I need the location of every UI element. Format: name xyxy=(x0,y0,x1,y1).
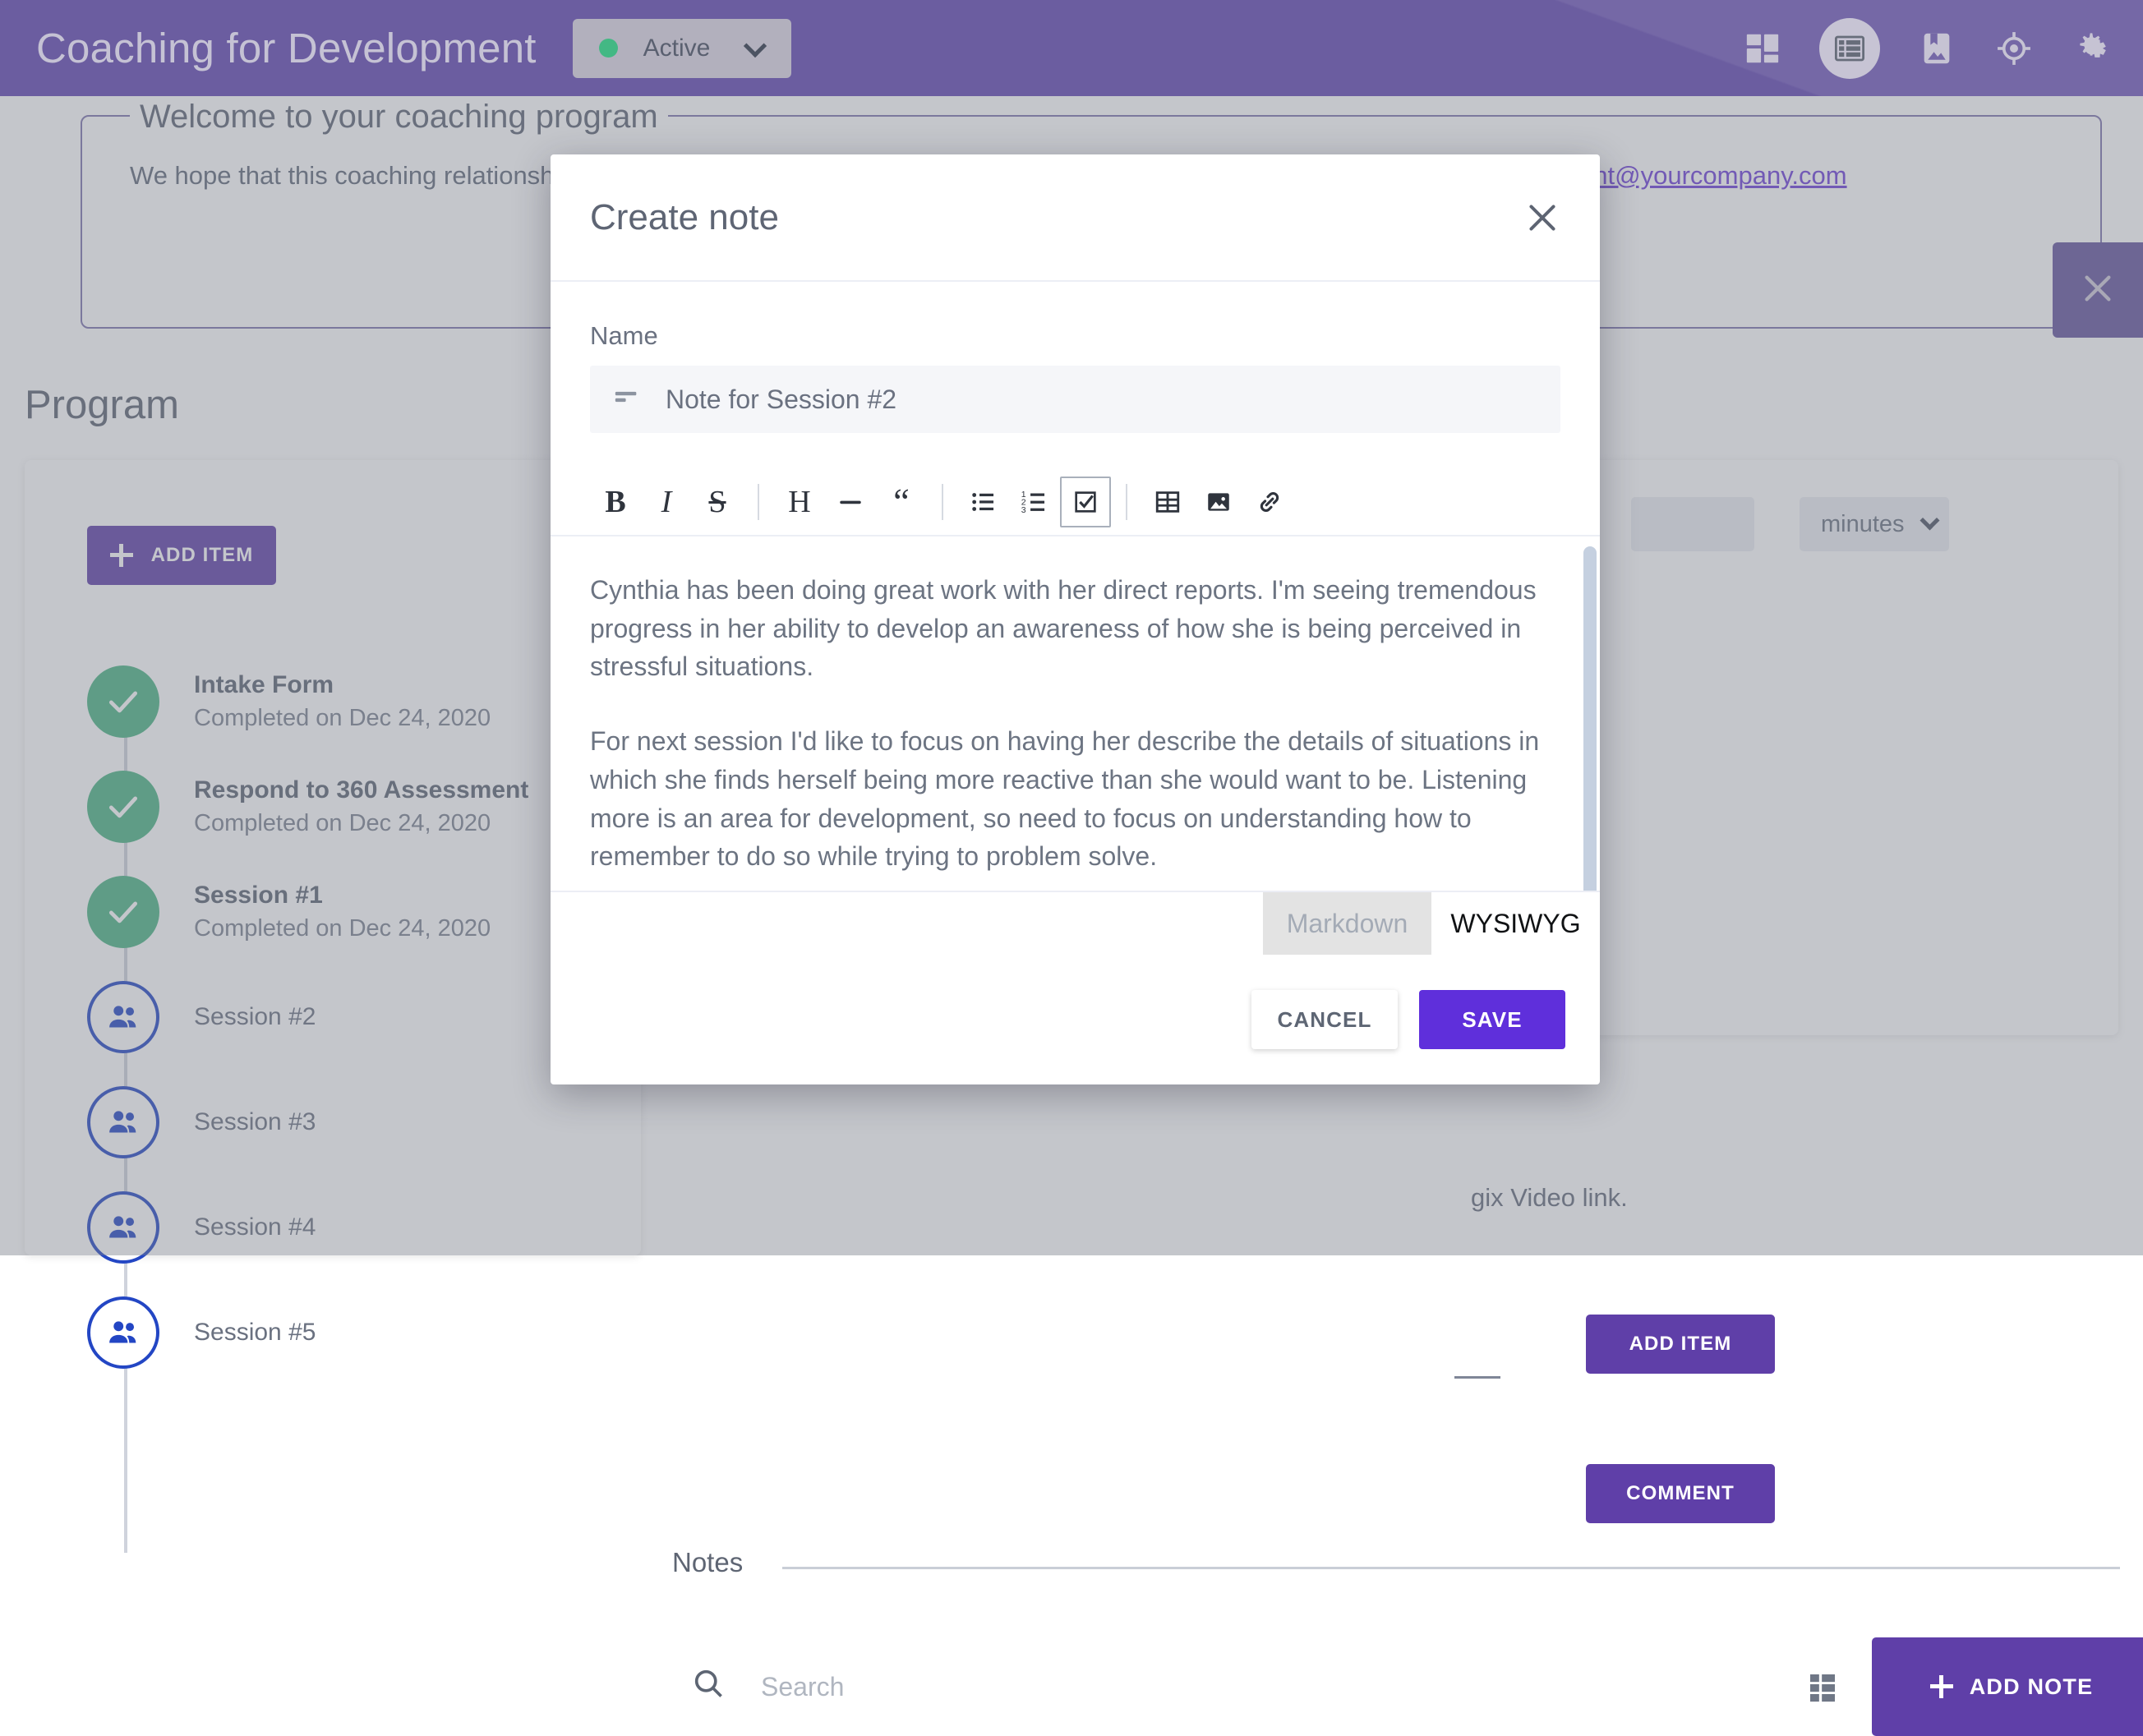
image-icon[interactable] xyxy=(1193,477,1244,527)
strikethrough-icon[interactable]: S xyxy=(692,477,743,527)
horizontal-rule-icon[interactable] xyxy=(825,477,876,527)
comment-button[interactable]: COMMENT xyxy=(1586,1464,1775,1523)
dashboard-grid-icon[interactable] xyxy=(1742,28,1783,69)
plus-icon xyxy=(1930,1675,1953,1698)
toolbar-divider xyxy=(942,484,943,520)
modal-title: Create note xyxy=(590,197,779,238)
modal-header: Create note xyxy=(551,154,1600,282)
italic-icon[interactable]: I xyxy=(641,477,692,527)
notes-section-title: Notes xyxy=(672,1547,758,1578)
add-note-button-label: ADD NOTE xyxy=(1970,1674,2094,1700)
tab-wysiwyg[interactable]: WYSIWYG xyxy=(1431,892,1600,955)
people-icon xyxy=(87,1296,159,1369)
search-icon xyxy=(690,1665,726,1706)
status-dot-icon xyxy=(599,39,618,58)
detail-add-item-button[interactable]: ADD ITEM xyxy=(1586,1315,1775,1374)
svg-text:3: 3 xyxy=(1021,506,1026,515)
heading-icon[interactable]: H xyxy=(774,477,825,527)
align-left-icon xyxy=(613,384,641,416)
notes-toolbar: Search ADD NOTE xyxy=(672,1646,2120,1736)
modal-footer: CANCEL SAVE xyxy=(551,955,1600,1084)
name-input-value: Note for Session #2 xyxy=(666,384,896,415)
blockquote-icon[interactable]: “ xyxy=(876,477,927,527)
create-note-modal: Create note Name Note for Session #2 B I… xyxy=(551,154,1600,1084)
editor-toolbar: B I S H “ 123 xyxy=(551,469,1600,536)
status-select[interactable]: Active xyxy=(573,19,791,78)
app-header: Coaching for Development Active xyxy=(0,0,2143,96)
chevron-down-icon xyxy=(743,34,766,57)
table-icon[interactable] xyxy=(1142,477,1193,527)
timeline-item-session-5[interactable]: Session #5 xyxy=(87,1280,621,1385)
divider xyxy=(1454,1376,1500,1379)
modal-body: Name Note for Session #2 B I S H “ 123 xyxy=(551,282,1600,955)
timeline-item-text: Session #5 xyxy=(194,1316,316,1350)
editor-scrollbar[interactable] xyxy=(1583,546,1597,891)
page-title: Coaching for Development xyxy=(36,24,537,72)
divider xyxy=(782,1567,2120,1569)
timeline-item-name: Session #5 xyxy=(194,1316,316,1350)
list-view-icon[interactable] xyxy=(1819,18,1880,79)
name-field-label: Name xyxy=(590,321,1600,351)
note-editor-body[interactable]: Cynthia has been doing great work with h… xyxy=(551,536,1600,891)
toolbar-divider xyxy=(758,484,759,520)
note-paragraph: Cynthia has been doing great work with h… xyxy=(590,571,1560,686)
toolbar-divider xyxy=(1126,484,1127,520)
link-icon[interactable] xyxy=(1244,477,1295,527)
numbered-list-icon[interactable]: 123 xyxy=(1009,477,1060,527)
bold-icon[interactable]: B xyxy=(590,477,641,527)
library-image-icon[interactable] xyxy=(1916,28,1957,69)
status-select-value: Active xyxy=(643,35,711,62)
editor-mode-toggle: Markdown WYSIWYG xyxy=(551,891,1600,955)
name-input[interactable]: Note for Session #2 xyxy=(590,366,1560,433)
search-input[interactable]: Search xyxy=(761,1672,844,1702)
bullet-list-icon[interactable] xyxy=(958,477,1009,527)
checklist-icon[interactable] xyxy=(1060,477,1111,527)
add-note-button[interactable]: ADD NOTE xyxy=(1872,1637,2143,1736)
cancel-button[interactable]: CANCEL xyxy=(1251,990,1398,1049)
grid-layout-icon[interactable] xyxy=(1806,1670,1839,1707)
settings-gear-icon[interactable] xyxy=(2071,28,2112,69)
tab-markdown[interactable]: Markdown xyxy=(1263,892,1431,955)
goal-target-icon[interactable] xyxy=(1993,28,2035,69)
header-icon-bar xyxy=(1742,0,2112,96)
close-icon[interactable] xyxy=(1519,195,1565,241)
save-button[interactable]: SAVE xyxy=(1419,990,1565,1049)
note-paragraph: For next session I'd like to focus on ha… xyxy=(590,722,1560,876)
